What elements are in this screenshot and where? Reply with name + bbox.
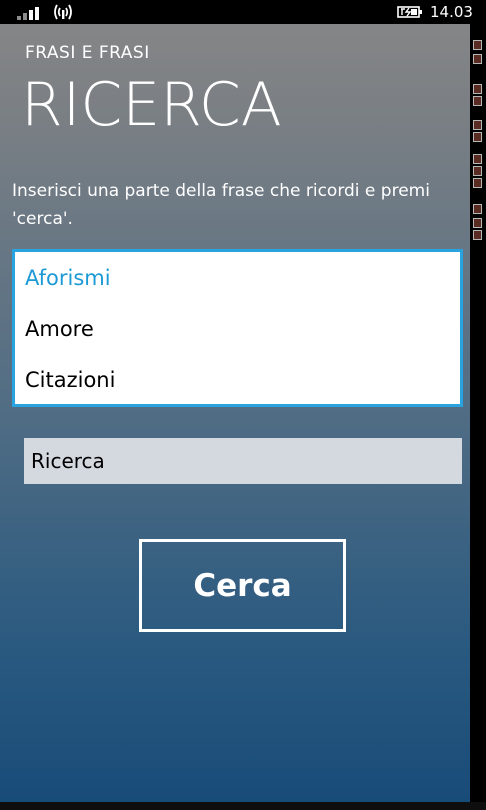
category-list[interactable]: Aforismi Amore Citazioni: [12, 249, 463, 407]
battery-charging-icon: [397, 6, 422, 18]
page-title: RICERCA: [21, 70, 282, 140]
edge-strip: [470, 24, 486, 810]
category-item-aforismi[interactable]: Aforismi: [25, 266, 111, 290]
clock: 14.03: [430, 3, 473, 21]
instructions-text: Inserisci una parte della frase che rico…: [12, 181, 430, 229]
category-item-citazioni[interactable]: Citazioni: [25, 368, 115, 392]
wireless-icon: [54, 4, 72, 20]
status-bar: 14.03: [0, 0, 486, 24]
bottom-bar: [0, 802, 486, 810]
search-button[interactable]: Cerca: [139, 539, 346, 632]
signal-strength-icon: [17, 4, 43, 20]
search-input[interactable]: [24, 438, 462, 484]
category-item-amore[interactable]: Amore: [25, 317, 94, 341]
app-title: FRASI E FRASI: [25, 43, 150, 63]
screen: 14.03 FRASI E FRASI RICERCA Inserisci un…: [0, 0, 486, 810]
